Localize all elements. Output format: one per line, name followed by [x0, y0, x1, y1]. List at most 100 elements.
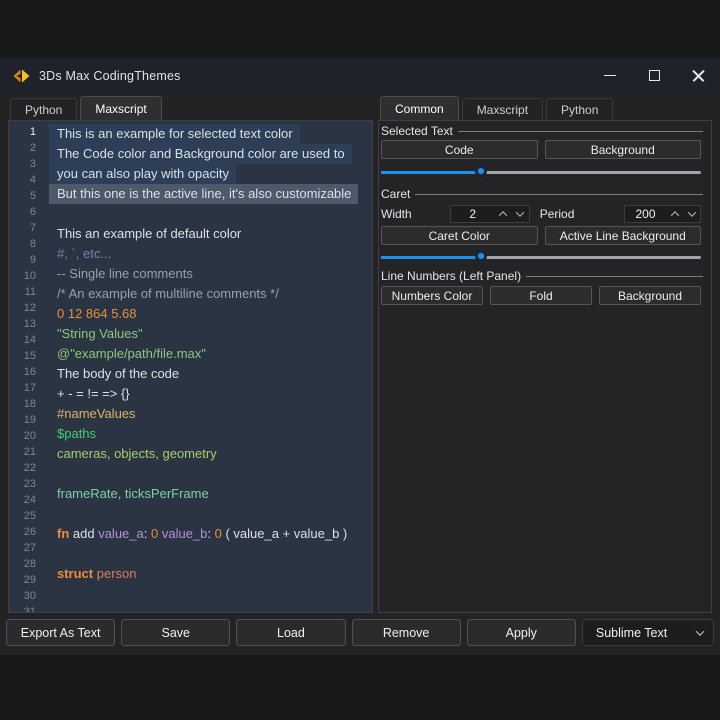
load-button[interactable]: Load [236, 619, 346, 646]
line-number: 15 [23, 350, 36, 362]
close-icon [692, 69, 705, 82]
line-number: 20 [23, 430, 36, 442]
line-number-gutter: 1 2 3 4 5 6 7 8 9 10 11 12 13 14 15 16 17 18 19 20 21 22 23 24 2… [9, 124, 49, 612]
selected-text-buttons-row: Code Background [381, 140, 701, 159]
selected-text-background-button[interactable]: Background [544, 140, 701, 159]
line-numbers-fold-button[interactable]: Fold [490, 286, 592, 305]
caret-group-header: Caret [381, 187, 703, 201]
code-segment-global_objects: cameras, objects, geometry [57, 446, 217, 461]
code-line: fn add value_a: 0 value_b: 0 ( value_a +… [49, 524, 354, 544]
code-segment-number: 0 [214, 526, 222, 541]
chevron-up-icon [670, 210, 679, 220]
line-numbers-group-header: Line Numbers (Left Panel) [381, 269, 703, 283]
slider-thumb[interactable] [476, 250, 487, 261]
code-segment-default: you can also play with opacity [57, 166, 229, 181]
line-number: 23 [23, 478, 36, 490]
line-numbers-background-button[interactable]: Background [599, 286, 701, 305]
line-number: 14 [23, 334, 36, 346]
line-numbers-numbers-color-button[interactable]: Numbers Color [381, 286, 483, 305]
code-preview: This is an example for selected text col… [49, 124, 372, 604]
slider-thumb[interactable] [476, 165, 487, 176]
caret-period-spinner: 200 [624, 204, 701, 223]
code-line: But this one is the active line, it's al… [49, 184, 359, 204]
line-number: 24 [23, 494, 36, 506]
export-as-text-button[interactable]: Export As Text [6, 619, 116, 646]
caret-width-increase-button[interactable] [495, 206, 512, 222]
selected-text-opacity-slider[interactable] [381, 165, 701, 180]
code-line: frameRate, ticksPerFrame [49, 484, 216, 504]
line-number: 13 [23, 318, 36, 330]
code-segment-keyword: struct [57, 566, 94, 581]
caret-opacity-slider[interactable] [381, 250, 701, 265]
caret-caret-color-button[interactable]: Caret Color [381, 226, 538, 245]
code-line: struct person [49, 564, 144, 584]
code-segment-name_literal: #nameValues [57, 406, 136, 421]
line-number: 1 [29, 126, 36, 138]
code-line: #nameValues [49, 404, 143, 424]
group-rule [526, 275, 703, 277]
line-number: 10 [23, 270, 36, 282]
line-number: 25 [23, 510, 36, 522]
minimize-icon [604, 74, 616, 77]
settings-tab-python[interactable]: Python [546, 98, 614, 120]
minimize-button[interactable] [588, 58, 632, 93]
line-number: 11 [24, 286, 36, 298]
code-segment-struct_name: person [93, 566, 137, 581]
code-segment-path_literal: $paths [57, 426, 97, 441]
desktop-background: { "colors": { "accent": "#1f8fe8", "edit… [0, 0, 720, 720]
selected-text-group-label: Selected Text [381, 124, 453, 138]
maximize-button[interactable] [632, 58, 676, 93]
editor-tab-maxscript[interactable]: Maxscript [80, 96, 162, 120]
title-bar: 3Ds Max CodingThemes [0, 58, 720, 93]
code-segment-default: + - = != => {} [57, 386, 130, 401]
caret-group-label: Caret [381, 187, 411, 201]
line-number: 16 [23, 366, 36, 378]
code-segment-dim_blue: #, `, etc... [57, 246, 112, 261]
line-number: 29 [23, 574, 36, 586]
remove-button[interactable]: Remove [351, 619, 461, 646]
code-line: 0 12 864 5.68 [49, 304, 144, 324]
line-number: 12 [23, 302, 36, 314]
code-line: cameras, objects, geometry [49, 444, 224, 464]
line-numbers-group-label: Line Numbers (Left Panel) [381, 269, 522, 283]
code-segment-comment: /* An example of multiline comments */ [57, 286, 279, 301]
caret-settings-row: Width 2 Period 200 [381, 204, 701, 223]
line-number: 19 [23, 414, 36, 426]
caret-active-line-background-button[interactable]: Active Line Background [544, 226, 701, 245]
code-segment-default: This an example of default color [57, 226, 242, 241]
theme-dropdown[interactable]: Sublime Text [581, 619, 715, 646]
chevron-down-icon [687, 207, 696, 217]
code-segment-string: "String Values" [57, 326, 143, 341]
selected-text-code-button[interactable]: Code [381, 140, 538, 159]
settings-tab-maxscript[interactable]: Maxscript [461, 98, 544, 120]
line-number: 17 [23, 382, 36, 394]
line-number: 2 [29, 142, 36, 154]
caret-period-increase-button[interactable] [666, 206, 683, 222]
caret-period-value[interactable]: 200 [625, 207, 666, 221]
code-editor[interactable]: 1 2 3 4 5 6 7 8 9 10 11 12 13 14 15 16 17 18 19 20 21 22 23 24 2… [8, 120, 373, 613]
caret-period-decrease-button[interactable] [683, 206, 700, 222]
apply-button[interactable]: Apply [466, 619, 576, 646]
line-number: 3 [29, 158, 36, 170]
code-segment-default: The Code color and Background color are … [57, 146, 345, 161]
code-segment-default: ( value_a + value_b ) [221, 526, 348, 541]
code-line: $paths [49, 424, 103, 444]
code-line: #, `, etc... [49, 244, 118, 264]
code-line: This is an example for selected text col… [49, 124, 300, 144]
code-line: The Code color and Background color are … [49, 144, 352, 164]
caret-width-label: Width [381, 206, 412, 221]
line-number: 4 [29, 174, 36, 186]
settings-tab-common[interactable]: Common [380, 96, 459, 120]
editor-tab-python[interactable]: Python [10, 98, 78, 120]
save-button[interactable]: Save [121, 619, 231, 646]
close-button[interactable] [676, 58, 720, 93]
code-segment-param: value_b [161, 526, 208, 541]
caret-width-decrease-button[interactable] [512, 206, 529, 222]
caret-width-value[interactable]: 2 [451, 207, 495, 221]
code-line: you can also play with opacity [49, 164, 236, 184]
editor-tab-bar: Python Maxscript [10, 96, 162, 120]
line-number: 22 [23, 462, 36, 474]
